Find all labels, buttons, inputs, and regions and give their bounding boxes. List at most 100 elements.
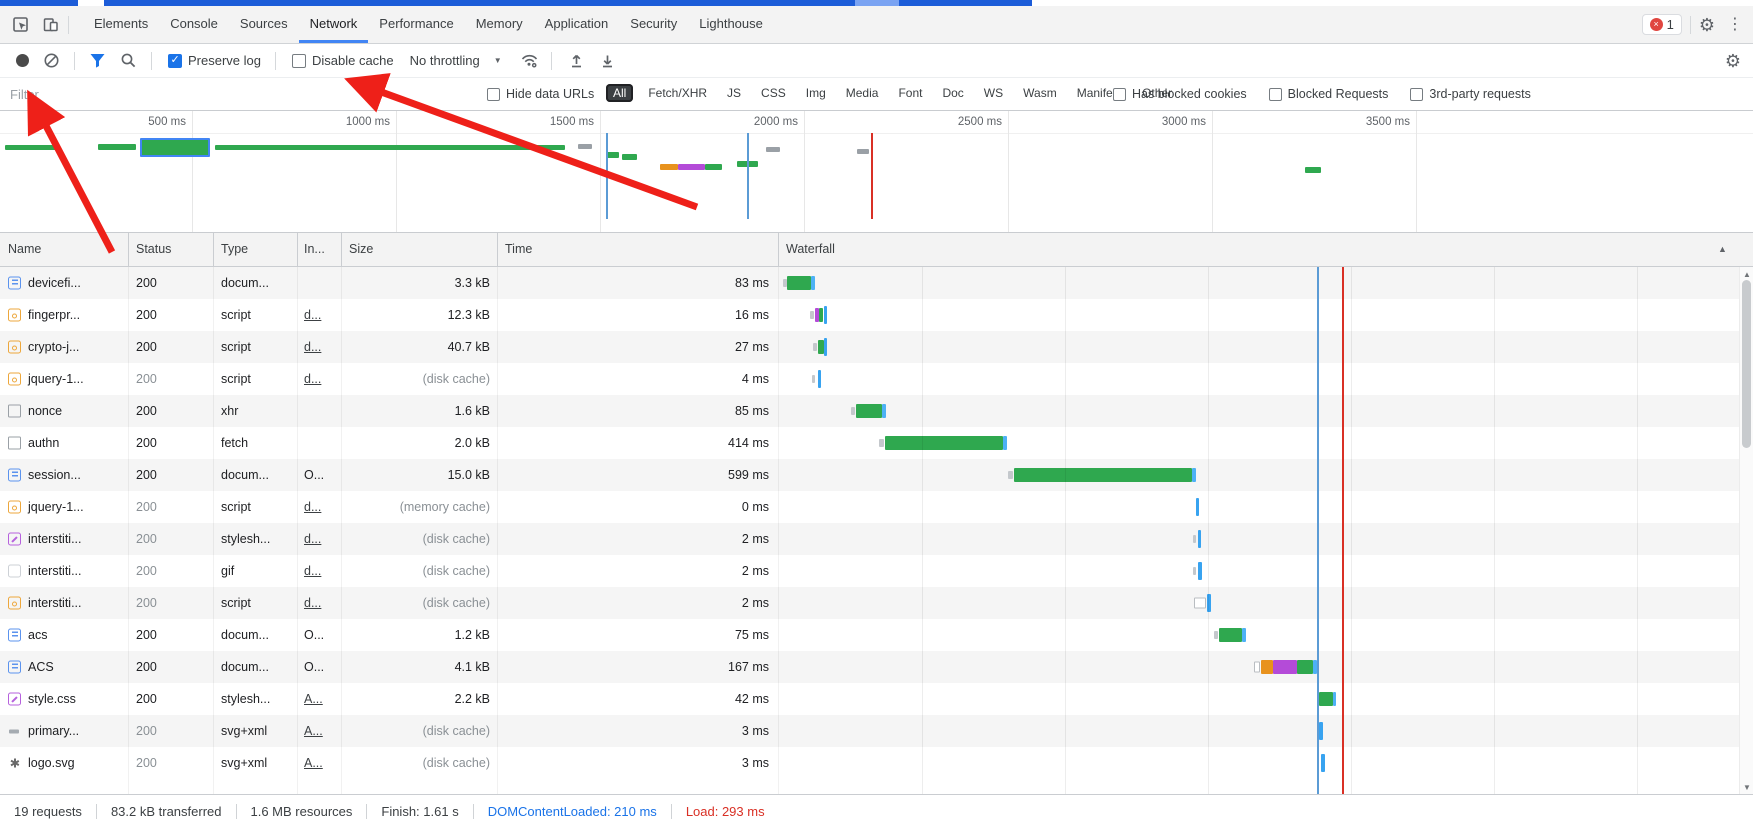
import-har-icon[interactable] bbox=[568, 52, 585, 69]
device-toolbar-icon[interactable] bbox=[42, 16, 60, 34]
request-row[interactable]: acs200docum...O...1.2 kB75 ms bbox=[0, 619, 1753, 651]
column-header-name[interactable]: Name bbox=[8, 242, 41, 256]
request-row[interactable]: style.css200stylesh...A...2.2 kB42 ms bbox=[0, 683, 1753, 715]
request-row[interactable]: authn200fetch2.0 kB414 ms bbox=[0, 427, 1753, 459]
initiator-cell[interactable]: d... bbox=[304, 372, 321, 386]
initiator-cell[interactable]: d... bbox=[304, 532, 321, 546]
request-row[interactable]: interstiti...200stylesh...d...(disk cach… bbox=[0, 523, 1753, 555]
filter-icon[interactable] bbox=[89, 52, 106, 69]
request-row[interactable]: devicefi...200docum...3.3 kB83 ms bbox=[0, 267, 1753, 299]
tab-network[interactable]: Network bbox=[299, 6, 369, 43]
disable-cache-checkbox[interactable]: Disable cache bbox=[292, 53, 394, 68]
record-button[interactable] bbox=[16, 54, 29, 67]
filter-chip-img[interactable]: Img bbox=[801, 84, 831, 102]
overview-bar-gray bbox=[857, 149, 869, 154]
overview-bar-green bbox=[607, 152, 619, 158]
column-header-status[interactable]: Status bbox=[136, 242, 171, 256]
waterfall-bar-tick bbox=[1193, 535, 1196, 543]
chevron-down-icon[interactable]: ▼ bbox=[494, 56, 502, 65]
issues-badge[interactable]: × 1 bbox=[1642, 14, 1682, 35]
settings-gear-icon[interactable]: ⚙ bbox=[1699, 16, 1715, 34]
filter-chip-font[interactable]: Font bbox=[893, 84, 927, 102]
initiator-cell[interactable]: d... bbox=[304, 596, 321, 610]
column-header-waterfall[interactable]: Waterfall bbox=[786, 242, 835, 256]
filter-chip-all[interactable]: All bbox=[606, 84, 633, 102]
request-row[interactable]: jquery-1...200scriptd...(memory cache)0 … bbox=[0, 491, 1753, 523]
filter-chip-wasm[interactable]: Wasm bbox=[1018, 84, 1062, 102]
waterfall-bar-tick bbox=[813, 343, 817, 351]
preserve-log-checkbox[interactable]: Preserve log bbox=[168, 53, 261, 68]
tab-application[interactable]: Application bbox=[534, 6, 620, 43]
time-cell: 16 ms bbox=[560, 308, 769, 322]
network-overview-timeline[interactable]: 500 ms1000 ms1500 ms2000 ms2500 ms3000 m… bbox=[0, 111, 1753, 233]
initiator-cell[interactable]: A... bbox=[304, 756, 323, 770]
scroll-down-icon[interactable]: ▼ bbox=[1740, 783, 1753, 792]
scrollbar[interactable]: ▲ ▼ bbox=[1739, 267, 1753, 795]
3rd-party-requests-checkbox[interactable]: 3rd-party requests bbox=[1410, 87, 1530, 101]
tab-console[interactable]: Console bbox=[159, 6, 229, 43]
clear-icon[interactable] bbox=[43, 52, 60, 69]
request-row[interactable]: primary...200svg+xmlA...(disk cache)3 ms bbox=[0, 715, 1753, 747]
filter-chip-js[interactable]: JS bbox=[722, 84, 746, 102]
tab-sources[interactable]: Sources bbox=[229, 6, 299, 43]
3rd-party-requests-label: 3rd-party requests bbox=[1429, 87, 1530, 101]
size-cell: (disk cache) bbox=[350, 724, 490, 738]
dcl-event-line bbox=[606, 133, 608, 219]
request-row[interactable]: ACS200docum...O...4.1 kB167 ms bbox=[0, 651, 1753, 683]
has-blocked-cookies-checkbox[interactable]: Has blocked cookies bbox=[1113, 87, 1247, 101]
tab-performance[interactable]: Performance bbox=[368, 6, 464, 43]
initiator-cell[interactable]: d... bbox=[304, 340, 321, 354]
initiator-cell[interactable]: d... bbox=[304, 308, 321, 322]
request-row[interactable]: fingerpr...200scriptd...12.3 kB16 ms bbox=[0, 299, 1753, 331]
request-row[interactable]: logo.svg200svg+xmlA...(disk cache)3 ms bbox=[0, 747, 1753, 779]
filter-chip-doc[interactable]: Doc bbox=[937, 84, 968, 102]
tab-security[interactable]: Security bbox=[619, 6, 688, 43]
column-header-type[interactable]: Type bbox=[221, 242, 248, 256]
tab-memory[interactable]: Memory bbox=[465, 6, 534, 43]
export-har-icon[interactable] bbox=[599, 52, 616, 69]
column-divider bbox=[497, 267, 498, 795]
tab-lighthouse[interactable]: Lighthouse bbox=[688, 6, 774, 43]
overview-gridline bbox=[1416, 111, 1417, 233]
initiator-cell[interactable]: A... bbox=[304, 724, 323, 738]
overview-bar-green bbox=[622, 154, 637, 160]
more-options-icon[interactable]: ⋮ bbox=[1727, 17, 1743, 33]
checkbox-unchecked-icon bbox=[1113, 88, 1126, 101]
waterfall-bar-outline bbox=[1194, 598, 1206, 609]
throttling-select[interactable]: No throttling bbox=[410, 53, 480, 68]
initiator-cell[interactable]: d... bbox=[304, 500, 321, 514]
scroll-up-icon[interactable]: ▲ bbox=[1740, 270, 1753, 279]
network-settings-gear-icon[interactable]: ⚙ bbox=[1725, 52, 1741, 70]
filter-input[interactable]: Filter bbox=[10, 87, 39, 102]
type-cell: stylesh... bbox=[221, 532, 270, 546]
size-cell: 1.6 kB bbox=[350, 404, 490, 418]
devtools-window: ElementsConsoleSourcesNetworkPerformance… bbox=[0, 0, 1753, 827]
status-cell: 200 bbox=[136, 308, 157, 322]
filter-chip-fetch-xhr[interactable]: Fetch/XHR bbox=[643, 84, 712, 102]
initiator-cell[interactable]: A... bbox=[304, 692, 323, 706]
request-row[interactable]: interstiti...200gifd...(disk cache)2 ms bbox=[0, 555, 1753, 587]
column-header-size[interactable]: Size bbox=[349, 242, 373, 256]
status-cell: 200 bbox=[136, 340, 157, 354]
request-row[interactable]: interstiti...200scriptd...(disk cache)2 … bbox=[0, 587, 1753, 619]
tab-elements[interactable]: Elements bbox=[83, 6, 159, 43]
inspect-element-icon[interactable] bbox=[12, 16, 30, 34]
scrollbar-thumb[interactable] bbox=[1742, 280, 1751, 448]
blocked-requests-checkbox[interactable]: Blocked Requests bbox=[1269, 87, 1389, 101]
initiator-cell[interactable]: d... bbox=[304, 564, 321, 578]
network-conditions-icon[interactable] bbox=[520, 51, 539, 70]
filter-chip-ws[interactable]: WS bbox=[979, 84, 1008, 102]
column-header-in[interactable]: In... bbox=[304, 242, 325, 256]
request-row[interactable]: crypto-j...200scriptd...40.7 kB27 ms bbox=[0, 331, 1753, 363]
filter-chip-media[interactable]: Media bbox=[841, 84, 884, 102]
search-icon[interactable] bbox=[120, 52, 137, 69]
request-row[interactable]: nonce200xhr1.6 kB85 ms bbox=[0, 395, 1753, 427]
sort-indicator-icon[interactable]: ▲ bbox=[1718, 244, 1727, 254]
request-row[interactable]: session...200docum...O...15.0 kB599 ms bbox=[0, 459, 1753, 491]
hide-data-urls-checkbox[interactable]: Hide data URLs bbox=[487, 87, 594, 101]
css-file-icon bbox=[8, 693, 21, 706]
column-header-time[interactable]: Time bbox=[505, 242, 532, 256]
request-row[interactable]: jquery-1...200scriptd...(disk cache)4 ms bbox=[0, 363, 1753, 395]
filter-chip-css[interactable]: CSS bbox=[756, 84, 791, 102]
size-cell: 2.0 kB bbox=[350, 436, 490, 450]
